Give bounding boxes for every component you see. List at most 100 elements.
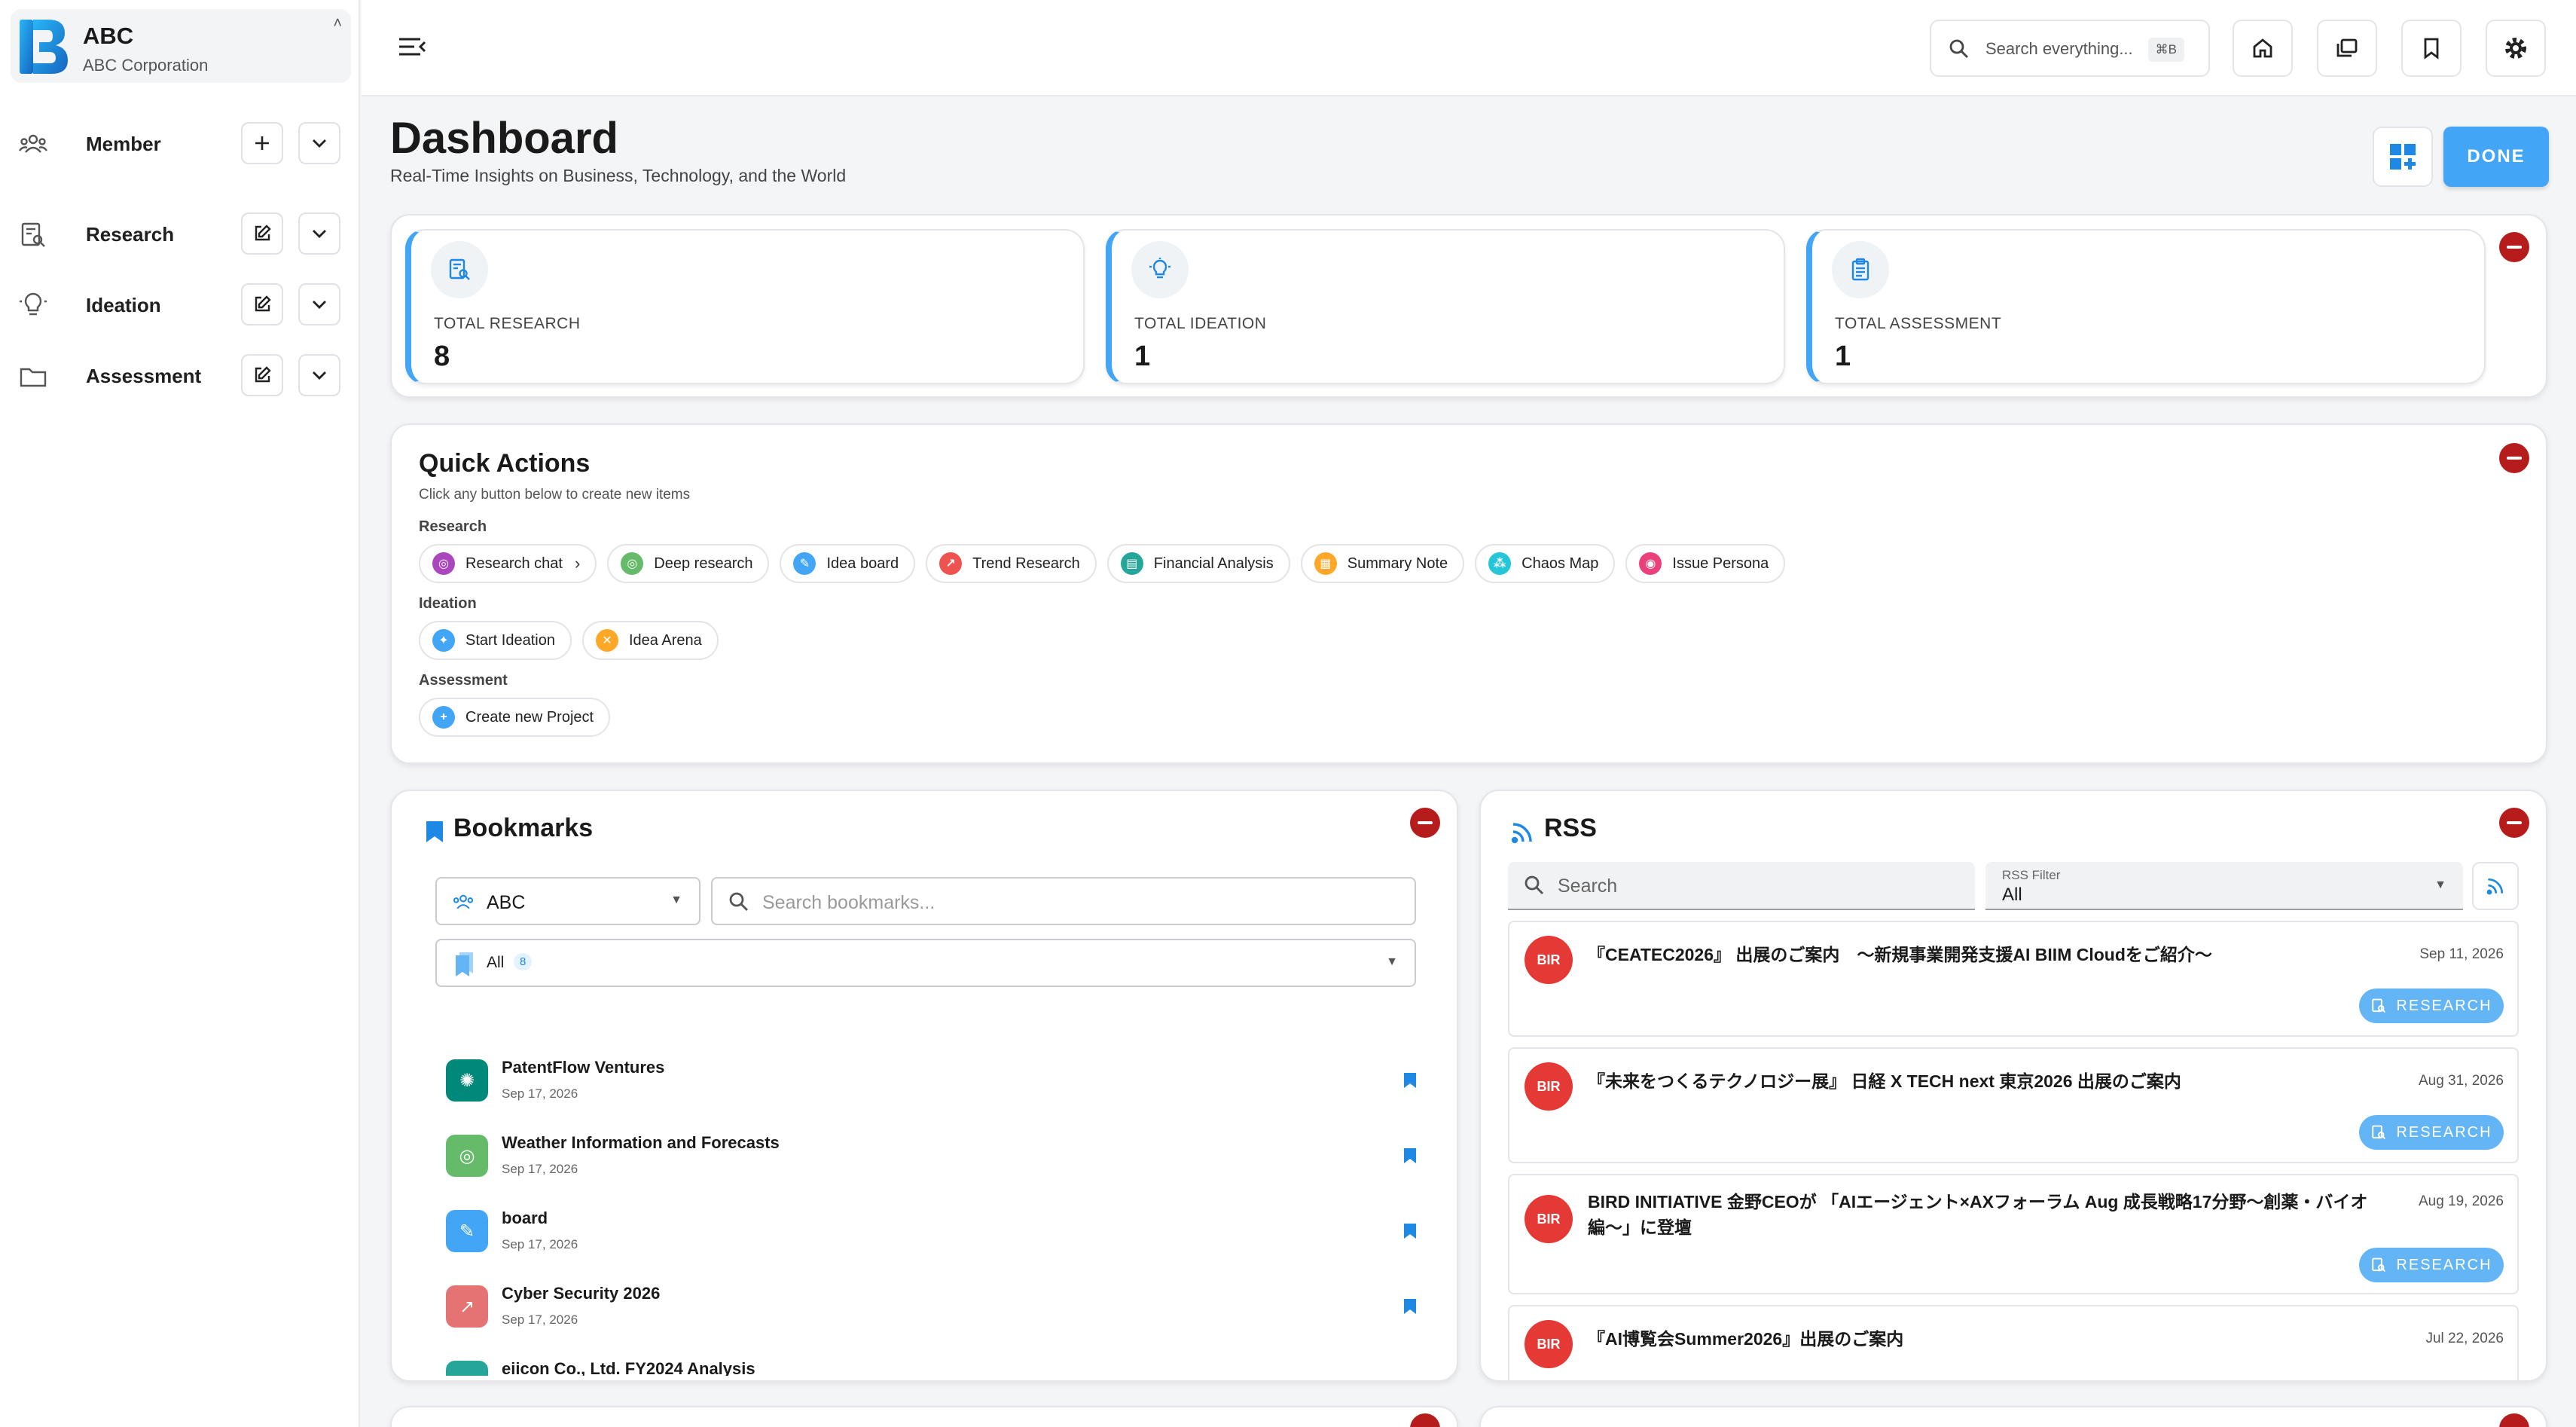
stat-label: TOTAL IDEATION bbox=[1134, 315, 1267, 332]
library-button[interactable] bbox=[2317, 20, 2377, 77]
bookmark-filter-select[interactable]: All 8 ▼ bbox=[435, 939, 1416, 987]
financial-analysis-chip[interactable]: ▤ Financial Analysis bbox=[1106, 544, 1290, 583]
bookmark-filled-icon[interactable] bbox=[1402, 1071, 1418, 1089]
idea-board-chip[interactable]: ✎ Idea board bbox=[780, 544, 916, 583]
list-item[interactable]: ↗ Cyber Security 2026 Sep 17, 2026 bbox=[446, 1279, 1416, 1340]
section-label-research: Research bbox=[419, 518, 487, 535]
search-icon bbox=[1525, 875, 1543, 894]
lightbulb-icon: ✺ bbox=[446, 1059, 488, 1102]
bookmark-title: Weather Information and Forecasts bbox=[502, 1133, 780, 1152]
quick-actions-widget: Quick Actions Click any button below to … bbox=[390, 423, 2547, 764]
chart-icon: ▤ bbox=[1120, 552, 1143, 575]
bookmarks-title: Bookmarks bbox=[453, 814, 594, 842]
research-button[interactable]: RESEARCH bbox=[2359, 1248, 2504, 1282]
bookmark-filled-icon[interactable] bbox=[1402, 1222, 1418, 1240]
trend-icon: ↗ bbox=[446, 1285, 488, 1328]
rss-icon bbox=[1511, 823, 1532, 844]
new-research-button[interactable] bbox=[241, 212, 283, 255]
chaos-map-chip[interactable]: ⁂ Chaos Map bbox=[1475, 544, 1616, 583]
rss-item[interactable]: BIR BIRD INITIATIVE 金野CEOが 「AIエージェント×AXフ… bbox=[1508, 1174, 2519, 1294]
bookmark-filled-icon[interactable] bbox=[1402, 1147, 1418, 1165]
chip-label: Summary Note bbox=[1347, 555, 1448, 572]
chip-label: Deep research bbox=[654, 555, 753, 572]
sidebar-item-ideation[interactable]: Ideation bbox=[0, 279, 360, 332]
bookmark-search-input[interactable]: Search bookmarks... bbox=[711, 877, 1416, 925]
research-chat-chip[interactable]: ◎ Research chat › bbox=[419, 544, 597, 583]
idea-arena-chip[interactable]: ✕ Idea Arena bbox=[581, 621, 719, 660]
bookmark-date: Sep 17, 2026 bbox=[502, 1312, 578, 1327]
settings-button[interactable] bbox=[2486, 20, 2546, 77]
rss-item[interactable]: BIR 『AI博覧会Summer2026』出展のご案内 Jul 22, 2026 bbox=[1508, 1305, 2519, 1380]
home-icon bbox=[2253, 38, 2272, 58]
expand-member-button[interactable] bbox=[298, 122, 340, 164]
chip-label: Research chat bbox=[465, 555, 563, 572]
remove-widget-button[interactable] bbox=[2499, 443, 2529, 473]
remove-widget-button[interactable] bbox=[2499, 808, 2529, 838]
bookmark-icon bbox=[2424, 38, 2439, 60]
expand-ideation-button[interactable] bbox=[298, 283, 340, 325]
remove-widget-button[interactable] bbox=[2499, 232, 2529, 262]
org-name: ABC bbox=[83, 23, 134, 49]
add-member-button[interactable] bbox=[241, 122, 283, 164]
summary-note-chip[interactable]: ▦ Summary Note bbox=[1300, 544, 1465, 583]
search-placeholder: Search bbox=[1558, 875, 1618, 897]
bookmark-org-select[interactable]: ABC ▼ bbox=[435, 877, 700, 925]
research-button-label: RESEARCH bbox=[2396, 1256, 2492, 1273]
done-button[interactable]: DONE bbox=[2443, 127, 2549, 187]
menu-collapse-icon[interactable] bbox=[395, 32, 428, 62]
home-button[interactable] bbox=[2233, 20, 2293, 77]
remove-widget-button[interactable] bbox=[2499, 1413, 2529, 1427]
sidebar-item-assessment[interactable]: Assessment bbox=[0, 350, 360, 402]
add-widget-button[interactable] bbox=[2373, 127, 2433, 187]
brand-logo-icon bbox=[20, 20, 68, 74]
global-search[interactable]: Search everything... ⌘B bbox=[1930, 20, 2210, 77]
research-button[interactable]: RESEARCH bbox=[2359, 989, 2504, 1023]
collapse-caret-icon[interactable]: ˄ bbox=[333, 15, 342, 32]
list-item[interactable]: ✎ board Sep 17, 2026 bbox=[446, 1204, 1416, 1264]
chip-label: Start Ideation bbox=[465, 631, 555, 649]
list-item[interactable]: ◎ Weather Information and Forecasts Sep … bbox=[446, 1129, 1416, 1189]
start-ideation-chip[interactable]: ✦ Start Ideation bbox=[419, 621, 572, 660]
trend-research-chip[interactable]: ↗ Trend Research bbox=[926, 544, 1097, 583]
people-icon bbox=[453, 894, 474, 909]
persona-icon: ◉ bbox=[1639, 552, 1662, 575]
edit-icon bbox=[255, 295, 271, 312]
stat-value: 8 bbox=[434, 341, 450, 372]
org-switcher[interactable]: ABC ABC Corporation ˄ bbox=[11, 9, 351, 83]
sidebar-item-label: Ideation bbox=[86, 294, 161, 316]
dashboard-add-icon bbox=[2390, 144, 2416, 170]
bookmark-button[interactable] bbox=[2401, 20, 2462, 77]
issue-persona-chip[interactable]: ◉ Issue Persona bbox=[1625, 544, 1786, 583]
rss-feed-button[interactable] bbox=[2472, 862, 2519, 910]
new-assessment-button[interactable] bbox=[241, 354, 283, 396]
bookmark-list: ✺ PatentFlow Ventures Sep 17, 2026 ◎ Wea… bbox=[392, 1010, 1457, 1376]
map-icon: ⁂ bbox=[1488, 552, 1512, 575]
bookmark-filled-icon[interactable] bbox=[1402, 1297, 1418, 1315]
create-project-chip[interactable]: + Create new Project bbox=[419, 698, 611, 737]
rss-search-input[interactable]: Search bbox=[1508, 862, 1975, 910]
list-item[interactable]: eiicon Co., Ltd. FY2024 Analysis bbox=[446, 1355, 1350, 1376]
expand-assessment-button[interactable] bbox=[298, 354, 340, 396]
expand-research-button[interactable] bbox=[298, 212, 340, 255]
chart-icon bbox=[446, 1361, 488, 1376]
research-icon bbox=[21, 222, 45, 247]
stat-card-ideation: TOTAL IDEATION 1 bbox=[1106, 229, 1785, 384]
remove-widget-button[interactable] bbox=[1410, 1413, 1440, 1427]
sidebar-item-research[interactable]: Research bbox=[0, 208, 360, 261]
list-item[interactable]: ✺ PatentFlow Ventures Sep 17, 2026 bbox=[446, 1053, 1416, 1114]
rss-item-title: 『CEATEC2026』 出展のご案内 ～新規事業開発支援AI BIIM Clo… bbox=[1588, 945, 2212, 964]
chevron-down-icon bbox=[313, 139, 326, 148]
deep-research-chip[interactable]: ◎ Deep research bbox=[607, 544, 770, 583]
rss-item-title-line: BIRD INITIATIVE 金野CEOが 「AIエージェント×AXフォーラム… bbox=[1588, 1192, 2368, 1212]
sidebar-item-member[interactable]: Member bbox=[0, 118, 360, 170]
remove-widget-button[interactable] bbox=[1410, 808, 1440, 838]
bookmark-title: Cyber Security 2026 bbox=[502, 1284, 661, 1303]
rss-filter-select[interactable]: RSS Filter All ▼ bbox=[1985, 862, 2463, 910]
rss-item[interactable]: BIR 『CEATEC2026』 出展のご案内 ～新規事業開発支援AI BIIM… bbox=[1508, 921, 2519, 1037]
research-button[interactable]: RESEARCH bbox=[2359, 1115, 2504, 1150]
plus-icon bbox=[255, 136, 269, 150]
org-select-value: ABC bbox=[487, 892, 526, 913]
new-ideation-button[interactable] bbox=[241, 283, 283, 325]
source-badge: BIR bbox=[1525, 936, 1573, 984]
rss-item[interactable]: BIR 『未来をつくるテクノロジー展』 日経 X TECH next 東京202… bbox=[1508, 1047, 2519, 1163]
